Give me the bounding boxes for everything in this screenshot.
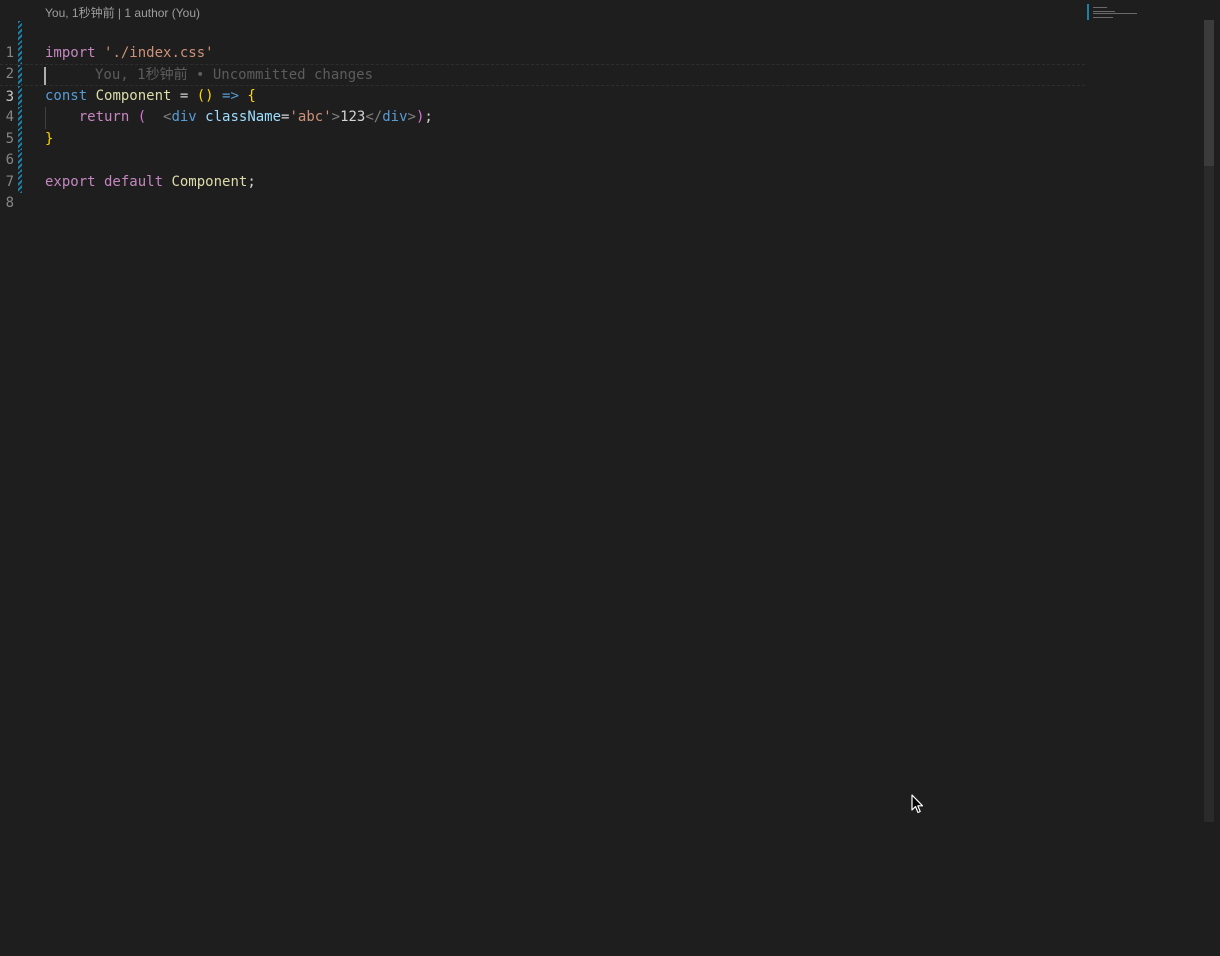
bracket-open-paren: ( [129,109,147,125]
bracket-open-brace: { [247,87,256,104]
jsx-tag-div: div [171,109,197,125]
jsx-close-angle: > [331,109,341,125]
code-line-8[interactable]: 8 export default Component; [0,171,1085,211]
jsx-closing-close-angle: > [407,109,416,125]
codelens-separator: | [114,6,125,20]
bracket-close-brace: } [45,130,54,147]
keyword-import: import [45,44,96,61]
code-text: } [45,129,53,151]
added-line-gutter-marker[interactable] [18,21,22,43]
keyword-export: export [45,173,96,190]
keyword-default: default [95,173,164,190]
codelens-author-time[interactable]: You, 1秒钟前 [45,6,115,20]
added-line-gutter-marker[interactable] [18,107,22,129]
code-text: return ( <div className='abc'>123</div>)… [45,107,433,129]
jsx-attribute-classname: className [196,109,282,125]
code-line-2[interactable]: 2 import './index.css' [0,42,1085,82]
minimap-line [1093,13,1137,14]
jsx-closing-open-angle: </ [365,109,383,125]
code-text: import './index.css' [45,43,214,65]
added-line-gutter-marker[interactable] [18,42,22,64]
inline-blame-annotation: You, 1秒钟前 • Uncommitted changes [95,67,374,83]
code-line-4[interactable]: 4 const Component = () => { [0,85,1085,125]
arrow-cursor-icon [911,794,924,814]
code-editor[interactable]: You, 1秒钟前 | 1 author (You) 1 2 import '.… [0,0,1220,956]
minimap-line [1093,17,1113,18]
identifier-component: Component [163,173,248,190]
code-line-3[interactable]: 3 You, 1秒钟前 • Uncommitted changes [0,64,1085,105]
minimap-change-bar [1087,4,1089,20]
code-area[interactable]: 1 2 import './index.css' 3 You, 1秒钟前 • U… [0,21,1085,211]
semicolon: ; [247,173,256,190]
minimap[interactable] [1087,4,1147,24]
keyword-return: return [78,109,130,125]
added-line-gutter-marker[interactable] [18,171,22,193]
minimap-line [1093,7,1107,8]
added-line-gutter-marker[interactable] [18,128,22,150]
operator-equals: = [171,87,197,104]
scrollbar-track[interactable] [1204,166,1214,822]
codelens-authors[interactable]: 1 author (You) [124,6,200,20]
scrollbar-thumb[interactable] [1204,20,1214,166]
code-line-1[interactable]: 1 [0,21,1085,61]
keyword-const: const [45,87,88,104]
line-number: 8 [5,195,14,211]
bracket-parens: () [196,87,214,104]
jsx-attribute-value: 'abc' [289,109,332,125]
identifier-component: Component [95,87,172,104]
code-line-5[interactable]: 5 return ( <div className='abc'>123</div… [0,107,1085,147]
jsx-open-angle: < [146,109,172,125]
code-text: export default Component; [45,172,256,194]
code-text: const Component = () => { [45,86,256,108]
minimap-line [1093,11,1115,12]
vertical-scrollbar[interactable] [1204,0,1218,956]
code-text: You, 1秒钟前 • Uncommitted changes [45,65,373,87]
string-import-path: './index.css' [104,44,214,61]
jsx-closing-tag-div: div [382,109,408,125]
git-blame-codelens: You, 1秒钟前 | 1 author (You) [45,4,200,21]
added-line-gutter-marker[interactable] [18,150,22,172]
added-line-gutter-marker[interactable] [18,65,22,85]
operator-arrow: => [213,87,248,104]
code-line-6[interactable]: 6 } [0,128,1085,168]
jsx-text-content: 123 [340,109,366,125]
code-line-7[interactable]: 7 [0,150,1085,190]
added-line-gutter-marker[interactable] [18,85,22,107]
semicolon: ; [424,109,433,125]
